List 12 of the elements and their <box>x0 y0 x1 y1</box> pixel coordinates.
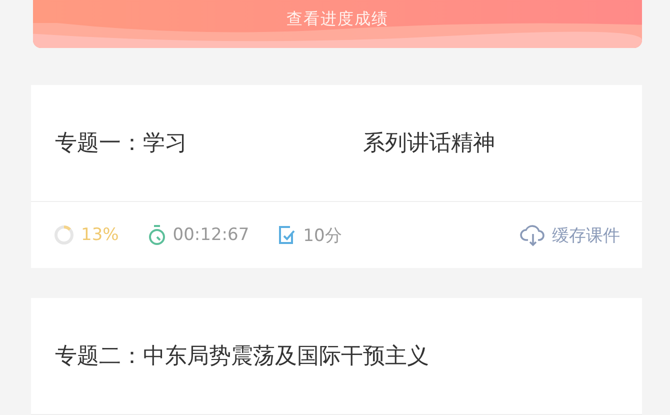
course-card[interactable]: 专题一：学习 系列讲话精神 13% 00:12:67 10分 缓存课件 <box>31 85 642 268</box>
course-title: 专题二：中东局势震荡及国际干预主义 <box>55 343 429 371</box>
edit-note-icon <box>277 224 298 246</box>
score-text: 10分 <box>303 224 342 246</box>
course-card[interactable]: 专题二：中东局势震荡及国际干预主义 <box>31 298 642 415</box>
progress-text: 13% <box>81 225 119 245</box>
stopwatch-icon <box>146 224 167 246</box>
cloud-download-icon <box>520 223 546 247</box>
course-title: 系列讲话精神 <box>363 130 495 158</box>
progress-ring-icon <box>53 224 75 246</box>
course-title: 专题一：学习 <box>55 130 187 158</box>
duration-text: 00:12:67 <box>172 225 250 245</box>
